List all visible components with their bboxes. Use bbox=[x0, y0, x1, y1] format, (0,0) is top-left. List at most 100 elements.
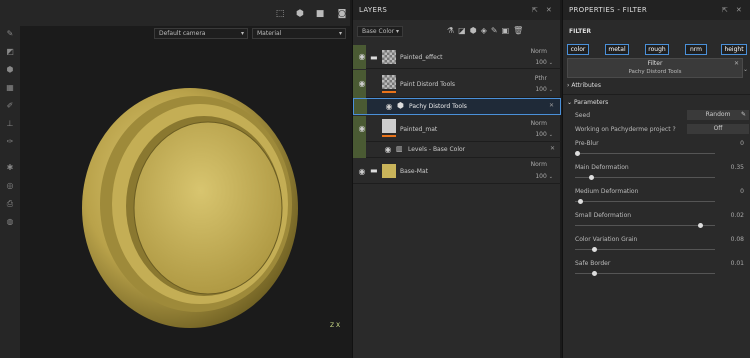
visibility-eye-icon[interactable]: ◉ bbox=[384, 102, 394, 112]
slider-track[interactable] bbox=[575, 151, 715, 156]
visibility-eye-icon[interactable]: ◉ bbox=[383, 145, 393, 155]
slider-value[interactable]: 0.35 bbox=[731, 164, 744, 171]
layer-thumbnail bbox=[382, 50, 396, 64]
settings-icon[interactable]: ✱ bbox=[4, 162, 16, 174]
export-icon[interactable]: ⎙ bbox=[4, 198, 16, 210]
pachy-toggle[interactable]: Off bbox=[687, 124, 749, 134]
bake-icon[interactable]: ◎ bbox=[4, 180, 16, 192]
filter-name: Pachy Distord Tools bbox=[628, 69, 682, 75]
channel-select[interactable]: Base Color ▾ bbox=[357, 26, 403, 37]
parameters-label: Parameters bbox=[573, 99, 609, 106]
smudge-icon[interactable]: ✐ bbox=[4, 100, 16, 112]
layer-mask-bar bbox=[353, 142, 366, 158]
slider-track[interactable] bbox=[575, 223, 715, 228]
slider-track[interactable] bbox=[575, 271, 715, 276]
eraser-icon[interactable]: ◩ bbox=[4, 46, 16, 58]
screenshot-icon[interactable]: ◙ bbox=[336, 8, 348, 20]
layer-opacity[interactable]: 100 ⌄ bbox=[535, 59, 553, 66]
color-picker-icon[interactable]: ✑ bbox=[4, 136, 16, 148]
parameters-header[interactable]: ⌄ Parameters bbox=[567, 99, 608, 106]
3d-viewport[interactable]: Default camera ▾ Material ▾ Z X bbox=[20, 26, 350, 358]
filter-resource-box[interactable]: Filter Pachy Distord Tools ✕ bbox=[567, 58, 743, 78]
layer-opacity[interactable]: 100 ⌄ bbox=[535, 173, 553, 180]
add-folder-icon[interactable]: ▣ bbox=[502, 26, 514, 35]
layer-actions: ⚗◪⬢◈✎▣🗑 bbox=[447, 26, 527, 35]
globe-icon[interactable]: ◍ bbox=[4, 216, 16, 228]
visibility-eye-icon[interactable]: ◉ bbox=[357, 52, 367, 62]
add-effect-icon[interactable]: ⚗ bbox=[447, 26, 458, 35]
chevron-down-icon: ⌄ bbox=[567, 99, 573, 106]
layer-opacity[interactable]: 100 ⌄ bbox=[535, 131, 553, 138]
undock-icon[interactable]: ⇱ bbox=[532, 0, 538, 20]
selection-mode-icon[interactable]: ⬚ bbox=[274, 8, 286, 20]
slider-value[interactable]: 0.01 bbox=[731, 260, 744, 267]
divider bbox=[563, 94, 750, 95]
slider-value[interactable]: 0 bbox=[740, 140, 744, 147]
visibility-eye-icon[interactable]: ◉ bbox=[357, 167, 367, 177]
layer-opacity[interactable]: 100 ⌄ bbox=[535, 86, 553, 93]
projection-icon[interactable]: ⬢ bbox=[4, 64, 16, 76]
polygon-fill-icon[interactable]: ▦ bbox=[4, 82, 16, 94]
properties-title-bar: PROPERTIES - FILTER ⇱ ✕ bbox=[563, 0, 750, 20]
channel-rough-button[interactable]: rough bbox=[645, 44, 669, 55]
slider-track[interactable] bbox=[575, 175, 715, 180]
layer-row[interactable]: ◉ Painted_mat Norm 100 ⌄ bbox=[353, 116, 561, 142]
channel-nrm-button[interactable]: nrm bbox=[685, 44, 707, 55]
close-icon[interactable]: ✕ bbox=[734, 60, 739, 67]
delete-icon[interactable]: 🗑 bbox=[513, 26, 527, 35]
camera-select[interactable]: Default camera ▾ bbox=[154, 28, 248, 39]
slider-label: Medium Deformation bbox=[575, 188, 639, 195]
material-select[interactable]: Material ▾ bbox=[252, 28, 346, 39]
layer-row[interactable]: ◉ ▥ Levels - Base Color ✕ bbox=[353, 142, 561, 158]
display-cube-icon[interactable]: ⬢ bbox=[294, 8, 306, 20]
layer-orange-bar bbox=[382, 91, 396, 93]
slider-track[interactable] bbox=[575, 199, 715, 204]
slider-value[interactable]: 0.08 bbox=[731, 236, 744, 243]
undock-icon[interactable]: ⇱ bbox=[722, 0, 728, 20]
layer-opacity-value: 100 bbox=[535, 59, 547, 66]
slider-handle[interactable] bbox=[589, 175, 594, 180]
attributes-header[interactable]: › Attributes bbox=[567, 82, 601, 89]
add-generator-icon[interactable]: ⬢ bbox=[470, 26, 481, 35]
material-select-value: Material bbox=[257, 30, 282, 37]
slider-handle[interactable] bbox=[698, 223, 703, 228]
channel-color-button[interactable]: color bbox=[567, 44, 589, 55]
visibility-eye-icon[interactable]: ◉ bbox=[357, 79, 367, 89]
add-mask-icon[interactable]: ◪ bbox=[458, 26, 470, 35]
layer-row[interactable]: ◉ Paint Distord Tools Pthr 100 ⌄ bbox=[353, 70, 561, 98]
slider-value[interactable]: 0 bbox=[740, 188, 744, 195]
close-icon[interactable]: ✕ bbox=[736, 0, 742, 20]
slider-handle[interactable] bbox=[578, 199, 583, 204]
seed-random-button[interactable]: Random ✎ bbox=[687, 110, 749, 120]
channel-metal-button[interactable]: metal bbox=[605, 44, 629, 55]
blend-mode[interactable]: Pthr bbox=[535, 75, 547, 82]
layer-mask-bar bbox=[354, 99, 367, 114]
chevron-down-icon: ⌄ bbox=[548, 132, 553, 138]
add-layer-icon[interactable]: ✎ bbox=[491, 26, 502, 35]
slider-value[interactable]: 0.02 bbox=[731, 212, 744, 219]
close-icon[interactable]: ✕ bbox=[546, 0, 552, 20]
blend-mode[interactable]: Norm bbox=[531, 48, 547, 55]
close-icon[interactable]: ✕ bbox=[549, 102, 554, 109]
slider-handle[interactable] bbox=[592, 247, 597, 252]
layer-row[interactable]: ◉ ▬ Base-Mat Norm 100 ⌄ bbox=[353, 159, 561, 184]
blend-mode[interactable]: Norm bbox=[531, 120, 547, 127]
chevron-down-icon: ▾ bbox=[338, 30, 342, 37]
selected-filter-row[interactable]: ◉ ⬢ Pachy Distord Tools ✕ bbox=[353, 98, 561, 115]
camera-icon[interactable]: ■ bbox=[314, 8, 326, 20]
paint-brush-icon[interactable]: ✎ bbox=[4, 28, 16, 40]
close-icon[interactable]: ✕ bbox=[550, 145, 555, 152]
chevron-down-icon[interactable]: ⌄ bbox=[743, 66, 748, 73]
layers-panel: LAYERS ⇱ ✕ Base Color ▾ ⚗◪⬢◈✎▣🗑 ◉ ▬ Pain… bbox=[352, 0, 561, 358]
slider-handle[interactable] bbox=[575, 151, 580, 156]
slider-handle[interactable] bbox=[592, 271, 597, 276]
slider-track[interactable] bbox=[575, 247, 715, 252]
axis-gizmo: Z X bbox=[330, 322, 346, 338]
blend-mode[interactable]: Norm bbox=[531, 161, 547, 168]
clone-stamp-icon[interactable]: ⊥ bbox=[4, 118, 16, 130]
add-fill-icon[interactable]: ◈ bbox=[481, 26, 491, 35]
edit-icon: ✎ bbox=[740, 111, 746, 118]
visibility-eye-icon[interactable]: ◉ bbox=[357, 124, 367, 134]
layer-row[interactable]: ◉ ▬ Painted_effect Norm 100 ⌄ bbox=[353, 45, 561, 69]
channel-height-button[interactable]: height bbox=[721, 44, 747, 55]
